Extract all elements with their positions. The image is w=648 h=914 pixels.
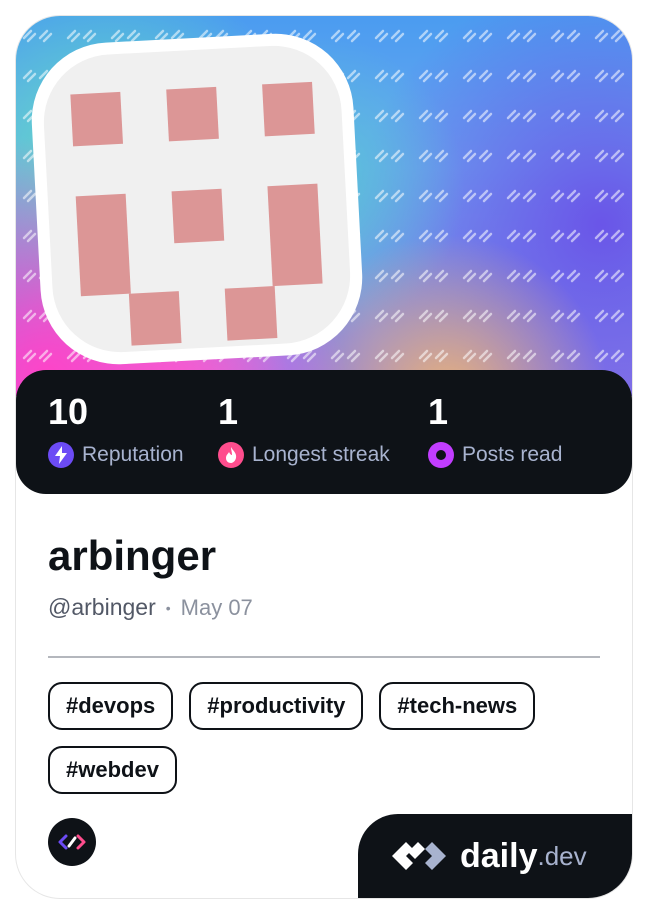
tag-devops[interactable]: #devops <box>48 682 174 730</box>
brand-footer: daily .dev <box>358 814 632 898</box>
eye-icon <box>428 442 454 468</box>
brand-suffix: .dev <box>537 840 587 871</box>
stat-label: Reputation <box>82 443 184 466</box>
tag-productivity[interactable]: #productivity <box>189 682 364 730</box>
dailydev-logo-icon <box>392 842 446 870</box>
dailydev-source-icon <box>58 834 86 850</box>
stat-label: Posts read <box>462 443 563 466</box>
stat-value: 10 <box>48 391 89 432</box>
avatar <box>40 42 354 356</box>
avatar-frame <box>27 29 367 369</box>
stat-value: 1 <box>218 391 239 432</box>
handle-row: @arbinger • May 07 <box>48 594 253 621</box>
tag-webdev[interactable]: #webdev <box>48 746 177 794</box>
profile-handle: @arbinger <box>48 594 156 620</box>
divider <box>48 656 600 658</box>
stat-value: 1 <box>428 391 449 432</box>
brand-name: daily <box>460 836 538 875</box>
profile-name: arbinger <box>48 532 217 579</box>
stats-bar: 10 Reputation 1 Longest streak 1 Posts r… <box>16 370 632 494</box>
joined-date: May 07 <box>180 594 253 620</box>
lightning-icon <box>48 442 74 468</box>
separator-dot: • <box>165 599 171 616</box>
cover-background <box>16 16 632 396</box>
flame-icon <box>218 442 244 468</box>
stat-reputation: 10 Reputation <box>48 390 184 468</box>
devcard: 10 Reputation 1 Longest streak 1 Posts r… <box>16 16 632 898</box>
stat-posts-read: 1 Posts read <box>428 390 562 468</box>
tag-list: #devops #productivity #tech-news #webdev <box>48 682 608 794</box>
tag-tech-news[interactable]: #tech-news <box>379 682 536 730</box>
stat-label: Longest streak <box>252 443 390 466</box>
source-avatar[interactable] <box>48 818 96 866</box>
stat-longest-streak: 1 Longest streak <box>218 390 390 468</box>
